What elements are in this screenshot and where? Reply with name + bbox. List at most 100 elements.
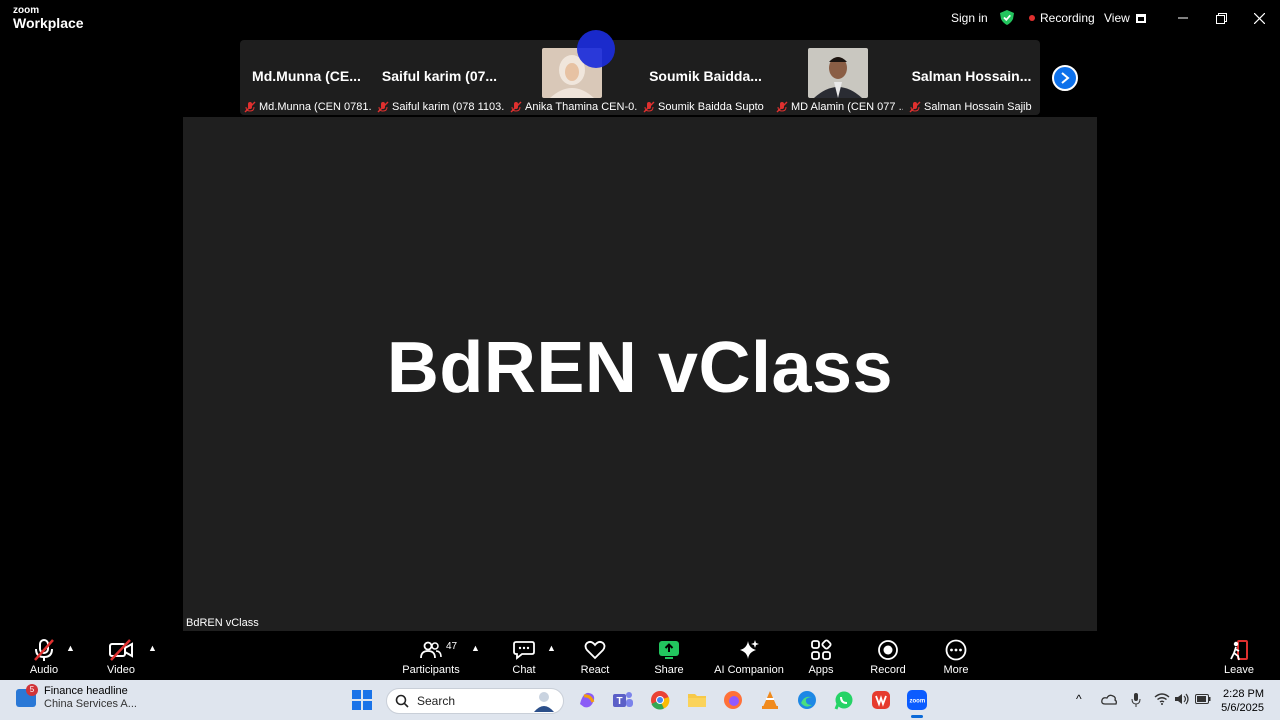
view-layout-icon [1135, 13, 1146, 23]
chevron-right-icon [1061, 72, 1070, 84]
participant-caption: Soumik Baidda Supto [643, 101, 770, 113]
windows-logo-icon [352, 690, 372, 710]
whatsapp-app[interactable] [832, 688, 856, 712]
participant-tile[interactable]: Anika Thamina CEN-0... [506, 40, 639, 115]
meeting-toolbar: Audio ▲ Video ▲ Participants 47 ▲ Chat ▲… [0, 631, 1280, 680]
title-bar: zoom Workplace Sign in Recording View [0, 0, 1280, 36]
minimize-button[interactable] [1164, 0, 1202, 36]
participant-tile[interactable]: Md.Munna (CE... Md.Munna (CEN 0781... [240, 40, 373, 115]
wps-office-icon [872, 691, 890, 709]
participant-tile[interactable]: Soumik Baidda... Soumik Baidda Supto [639, 40, 772, 115]
chat-button[interactable]: Chat [510, 631, 538, 680]
leave-button[interactable]: Leave [1222, 631, 1256, 680]
view-menu-button[interactable]: View [1104, 0, 1146, 36]
participants-icon [418, 637, 444, 663]
microphone-tray-icon[interactable] [1130, 692, 1142, 708]
close-icon [1253, 12, 1265, 24]
react-button[interactable]: React [579, 631, 611, 680]
participant-tile[interactable]: MD Alamin (CEN 077 ... [772, 40, 905, 115]
participant-caption: MD Alamin (CEN 077 ... [776, 101, 903, 113]
participants-button[interactable]: Participants [402, 631, 460, 680]
participant-caption: Saiful karim (078 1103... [377, 101, 504, 113]
restore-button[interactable] [1202, 0, 1240, 36]
participants-label: Participants [402, 664, 460, 676]
zoom-app-icon: zoom [907, 690, 927, 710]
participant-display-name: Soumik Baidda... [649, 68, 762, 84]
chat-icon [511, 637, 537, 663]
participant-caption: Anika Thamina CEN-0... [510, 101, 637, 113]
ai-companion-button[interactable]: AI Companion [713, 631, 785, 680]
participant-video-thumbnail [808, 48, 868, 98]
battery-icon[interactable] [1195, 694, 1211, 704]
next-page-button[interactable] [1052, 65, 1078, 91]
participants-count: 47 [446, 641, 458, 652]
news-widget[interactable]: 5 Finance headline China Services A... [16, 684, 137, 711]
zoom-app[interactable]: zoom [905, 688, 929, 718]
audio-options-caret-icon[interactable]: ▲ [66, 643, 75, 653]
svg-text:T: T [617, 696, 623, 707]
chat-caret-icon[interactable]: ▲ [547, 643, 556, 653]
wps-app[interactable] [869, 688, 893, 712]
heart-icon [582, 637, 608, 663]
participant-tile[interactable]: Saiful karim (07... Saiful karim (078 11… [373, 40, 506, 115]
news-badge: 5 [26, 684, 38, 696]
more-label: More [943, 664, 969, 676]
participants-caret-icon[interactable]: ▲ [471, 643, 480, 653]
show-hidden-icons-chevron-icon[interactable]: ^ [1076, 692, 1082, 706]
teams-icon: T [613, 692, 633, 707]
muted-microphone-icon [31, 637, 57, 663]
participant-name: Anika Thamina CEN-0... [525, 101, 637, 113]
news-subtitle: China Services A... [44, 698, 137, 710]
firefox-app[interactable] [721, 688, 745, 712]
system-clock[interactable]: 2:28 PM 5/6/2025 [1216, 687, 1264, 715]
minimize-icon [1178, 17, 1188, 19]
security-shield-icon[interactable] [1000, 10, 1014, 25]
onedrive-cloud-icon[interactable] [1101, 693, 1117, 705]
more-button[interactable]: More [940, 631, 972, 680]
close-button[interactable] [1240, 0, 1278, 36]
folder-icon [688, 694, 706, 707]
participant-display-name: Salman Hossain... [911, 68, 1032, 84]
leave-icon [1226, 637, 1252, 663]
search-highlight-icon [534, 692, 554, 712]
volume-icon[interactable] [1174, 693, 1190, 705]
react-label: React [580, 664, 610, 676]
apps-button[interactable]: Apps [806, 631, 836, 680]
search-icon [395, 694, 409, 708]
start-button[interactable] [350, 688, 374, 712]
vlc-app[interactable] [758, 688, 782, 712]
news-title: Finance headline [44, 685, 128, 697]
copilot-app[interactable] [575, 688, 599, 712]
wifi-icon[interactable] [1154, 693, 1170, 705]
video-button[interactable]: Video [105, 631, 137, 680]
copilot-icon [580, 692, 595, 708]
video-options-caret-icon[interactable]: ▲ [148, 643, 157, 653]
record-button[interactable]: Record [870, 631, 906, 680]
mouse-cursor-highlight [577, 30, 615, 68]
restore-icon [1215, 12, 1227, 24]
clock-time: 2:28 PM [1223, 688, 1264, 700]
sign-in-link[interactable]: Sign in [951, 0, 988, 36]
taskbar-search[interactable]: Search [386, 688, 564, 714]
svg-text:zoom: zoom [910, 699, 926, 705]
chrome-icon [651, 691, 670, 710]
brand-big: Workplace [13, 15, 84, 31]
sparkle-icon [736, 637, 762, 663]
recording-dot-icon [1029, 15, 1035, 21]
audio-button[interactable]: Audio [28, 631, 60, 680]
more-options-icon [943, 637, 969, 663]
participant-tile[interactable]: Salman Hossain... Salman Hossain Sajib [905, 40, 1038, 115]
stage-name-label: BdREN vClass [186, 617, 259, 629]
apps-icon [808, 637, 834, 663]
participant-name: Soumik Baidda Supto [658, 101, 764, 113]
chrome-app[interactable] [648, 688, 672, 712]
recording-indicator[interactable]: Recording [1029, 0, 1095, 36]
file-explorer-app[interactable] [685, 688, 709, 712]
share-button[interactable]: Share [652, 631, 686, 680]
muted-mic-icon [510, 101, 522, 113]
video-off-icon [108, 637, 134, 663]
teams-app[interactable]: T [611, 688, 635, 712]
active-speaker-stage[interactable]: BdREN vClass BdREN vClass [183, 117, 1097, 631]
edge-app[interactable] [795, 688, 819, 712]
participant-name: Md.Munna (CEN 0781... [259, 101, 371, 113]
